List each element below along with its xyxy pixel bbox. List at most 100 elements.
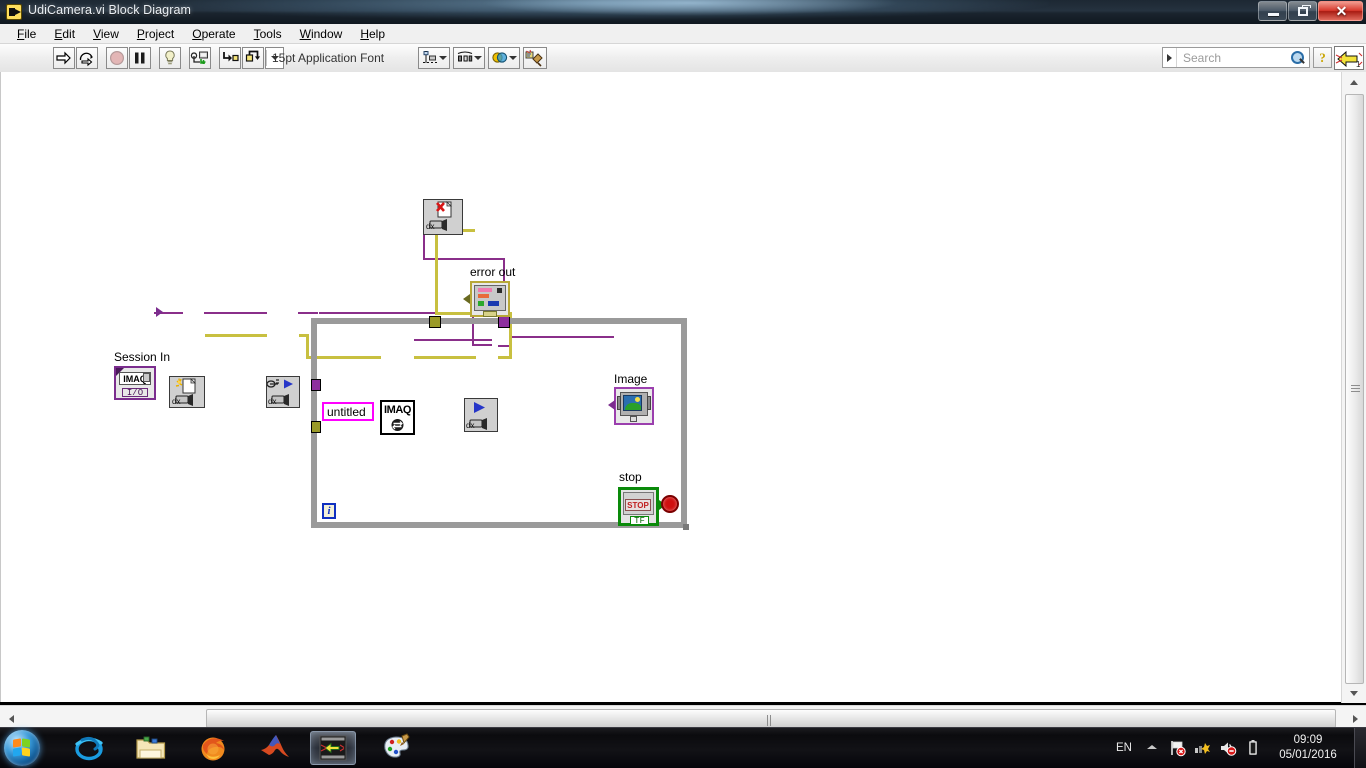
imaq-usb-close-vi[interactable]: dx [423, 199, 463, 235]
tunnel-error-out-top[interactable] [429, 316, 441, 328]
menu-view[interactable]: View [84, 26, 128, 42]
menu-tools[interactable]: Tools [245, 26, 291, 42]
wire-err-close-riser [435, 234, 438, 252]
chevron-up-icon [1147, 744, 1157, 749]
retain-wire-values-button[interactable] [189, 47, 211, 69]
context-help-button[interactable]: ? [1313, 47, 1332, 68]
vertical-scrollbar[interactable] [1341, 72, 1366, 703]
loop-conditional-terminal[interactable] [661, 495, 679, 513]
chevron-down-icon [1350, 690, 1358, 696]
resize-objects-button[interactable] [488, 47, 520, 69]
menu-operate[interactable]: Operate [183, 26, 244, 42]
stop-label: stop [619, 470, 642, 484]
scroll-down-button[interactable] [1344, 684, 1364, 702]
action-center-icon[interactable] [1169, 739, 1188, 758]
block-diagram-canvas[interactable]: i Session In IMAQ I/O dx dx untitled IMA… [0, 72, 1343, 702]
imaq-usb-grab-acquire-vi[interactable]: dx [464, 398, 498, 432]
taskbar-item-windows-explorer[interactable] [128, 731, 174, 765]
title-bar-glow-core [480, 0, 900, 16]
show-desktop-button[interactable] [1354, 728, 1366, 768]
distribute-objects-button[interactable] [453, 47, 485, 69]
windows-logo-icon [13, 738, 31, 757]
tunnel-session-in[interactable] [311, 379, 321, 391]
svg-text:dx: dx [466, 421, 474, 430]
clean-up-diagram-button[interactable] [523, 47, 547, 69]
toolbar-font-group: 15pt Application Font [265, 46, 384, 70]
menu-help[interactable]: Help [351, 26, 394, 42]
run-arrow-icon [56, 51, 71, 65]
battery-icon[interactable] [1244, 739, 1263, 758]
wire-grabsetup-to-tunnel [298, 312, 318, 314]
clean-up-diagram-icon [525, 49, 543, 67]
language-indicator[interactable]: EN [1107, 742, 1141, 754]
align-objects-button[interactable] [418, 47, 450, 69]
menu-file[interactable]: File [8, 26, 45, 42]
vertical-scrollbar-thumb[interactable] [1345, 94, 1364, 684]
labview-logo-badge[interactable]: 1 [1334, 46, 1364, 70]
stop-tf-text: TF [630, 516, 649, 526]
taskbar-item-paint[interactable] [374, 731, 420, 765]
window-controls: ✕ [1258, 1, 1364, 22]
pause-button[interactable] [129, 47, 151, 69]
volume-muted-icon[interactable] [1219, 739, 1238, 758]
wire-err-up-to-tunnel [435, 258, 438, 314]
taskbar-item-internet-explorer[interactable] [66, 731, 112, 765]
scroll-right-button[interactable] [1346, 709, 1364, 728]
stop-boolean-control-terminal[interactable]: STOP TF [618, 487, 659, 526]
scrollbar-grip [1351, 385, 1360, 393]
step-into-button[interactable] [219, 47, 241, 69]
align-objects-icon [423, 51, 437, 64]
abort-execution-button[interactable] [106, 47, 128, 69]
horizontal-scrollbar-thumb[interactable] [206, 709, 1336, 744]
iteration-terminal[interactable]: i [322, 503, 336, 519]
show-hidden-icons-button[interactable] [1144, 739, 1163, 758]
taskbar-item-matlab[interactable] [252, 731, 298, 765]
search-input[interactable]: Search [1177, 51, 1287, 65]
imaq-usb-snap-vi[interactable]: dx [169, 376, 205, 408]
paint-palette-icon [384, 733, 410, 758]
search-box[interactable]: Search [1162, 47, 1310, 68]
labview-vi-icon [6, 4, 22, 20]
image-indicator-terminal[interactable] [614, 387, 654, 425]
run-continuously-button[interactable] [76, 47, 98, 69]
imaq-usb-grab-setup-vi[interactable]: dx [266, 376, 300, 408]
start-button[interactable] [4, 730, 40, 766]
error-out-indicator-terminal[interactable] [470, 281, 510, 317]
abort-stop-icon [109, 50, 125, 66]
menu-project[interactable]: Project [128, 26, 183, 42]
search-dropdown-arrow[interactable] [1163, 48, 1177, 67]
chevron-right-icon [1352, 714, 1358, 723]
run-button[interactable] [53, 47, 75, 69]
minimize-button[interactable] [1258, 1, 1287, 21]
untitled-string-constant[interactable]: untitled [322, 402, 374, 421]
firefox-icon [201, 737, 225, 761]
taskbar-item-labview[interactable] [310, 731, 356, 765]
font-selector[interactable]: 15pt Application Font [265, 47, 384, 69]
scroll-up-button[interactable] [1344, 73, 1364, 91]
svg-text:dx: dx [172, 397, 180, 406]
highlight-execution-button[interactable] [159, 47, 181, 69]
imaq-create-glyph [391, 419, 404, 431]
scroll-left-button[interactable] [2, 709, 20, 728]
stop-button-face: STOP [625, 499, 651, 511]
search-icon[interactable] [1287, 48, 1309, 67]
image-input-arrow [608, 400, 615, 410]
menu-window[interactable]: Window [291, 26, 352, 42]
tunnel-error-in[interactable] [311, 421, 321, 433]
menu-edit[interactable]: Edit [45, 26, 84, 42]
session-in-control-terminal[interactable]: IMAQ I/O [114, 366, 156, 400]
taskbar-item-firefox[interactable] [190, 731, 236, 765]
minimize-icon [1268, 13, 1279, 16]
system-tray: EN 09:09 05/01/2016 [1107, 728, 1366, 768]
taskbar-clock[interactable]: 09:09 05/01/2016 [1266, 733, 1354, 763]
while-loop-shadow [683, 524, 689, 530]
imaq-create-vi[interactable]: IMAQ [380, 400, 415, 435]
restore-button[interactable] [1288, 1, 1317, 21]
distribute-objects-icon [457, 51, 473, 62]
tunnel-session-out-top[interactable] [498, 316, 510, 328]
step-over-button[interactable] [242, 47, 264, 69]
close-button[interactable]: ✕ [1318, 1, 1363, 21]
step-over-icon [245, 50, 261, 62]
svg-text:1: 1 [1356, 60, 1361, 69]
network-icon[interactable] [1194, 739, 1213, 758]
